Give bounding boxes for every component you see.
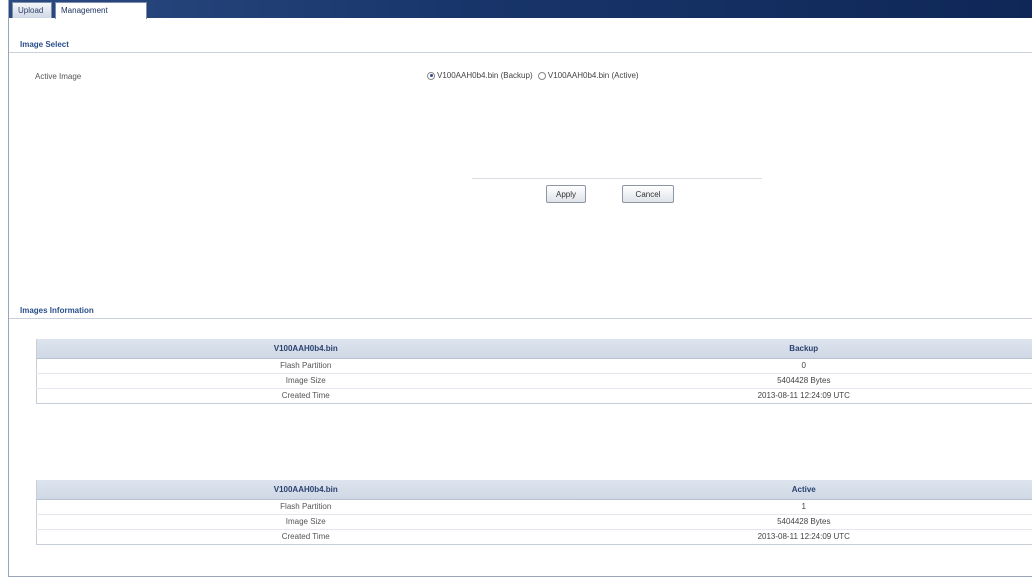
images-information-header: Images Information [9,302,1032,319]
table-cell-value: 5404428 Bytes [574,514,1032,530]
table-cell-value: 2013-08-11 12:24:09 UTC [574,388,1032,404]
table-cell-value: 5404428 Bytes [574,373,1032,389]
table-cell-label: Created Time [36,388,575,404]
table-cell-value: 2013-08-11 12:24:09 UTC [574,529,1032,545]
images-information-title: Images Information [20,306,94,315]
tab-bar: Upload Management [9,0,1032,19]
table-header-role: Backup [574,339,1032,359]
table-header-role: Active [574,480,1032,500]
cancel-button[interactable]: Cancel [622,185,674,203]
tab-management[interactable]: Management [55,2,147,19]
table-cell-label: Image Size [36,373,575,389]
radio-option-active-label: V100AAH0b4.bin (Active) [547,71,639,80]
image-select-header: Image Select [9,36,1032,53]
button-divider [472,178,762,179]
table-cell-label: Flash Partition [36,499,575,515]
table-cell-label: Created Time [36,529,575,545]
table-header-image-name: V100AAH0b4.bin [36,480,575,500]
active-image-table: V100AAH0b4.bin Active Flash Partition 1 … [36,480,1032,545]
radio-option-active[interactable]: V100AAH0b4.bin (Active) [537,71,639,80]
radio-option-backup[interactable]: V100AAH0b4.bin (Backup) [427,71,533,80]
table-row: Flash Partition 0 [36,358,1032,374]
backup-image-table: V100AAH0b4.bin Backup Flash Partition 0 … [36,339,1032,404]
table-cell-label: Image Size [36,514,575,530]
table-header-row: V100AAH0b4.bin Active [36,480,1032,500]
table-row: Image Size 5404428 Bytes [36,514,1032,530]
table-cell-label: Flash Partition [36,358,575,374]
active-image-radio-group: V100AAH0b4.bin (Backup) V100AAH0b4.bin (… [427,71,642,85]
image-select-title: Image Select [20,40,69,49]
table-cell-value: 1 [574,499,1032,515]
management-panel: Upload Management Image Select Active Im… [8,0,1032,577]
radio-selected-icon[interactable] [427,71,435,80]
table-cell-value: 0 [574,358,1032,374]
table-row: Created Time 2013-08-11 12:24:09 UTC [36,529,1032,545]
tab-upload[interactable]: Upload [12,2,52,18]
table-row: Flash Partition 1 [36,499,1032,515]
table-row: Image Size 5404428 Bytes [36,373,1032,389]
radio-unselected-icon[interactable] [537,71,546,80]
radio-option-backup-label: V100AAH0b4.bin (Backup) [437,71,533,80]
table-row: Created Time 2013-08-11 12:24:09 UTC [36,388,1032,404]
table-header-image-name: V100AAH0b4.bin [36,339,575,359]
table-header-row: V100AAH0b4.bin Backup [36,339,1032,359]
apply-button[interactable]: Apply [546,185,586,203]
active-image-label: Active Image [35,72,82,81]
